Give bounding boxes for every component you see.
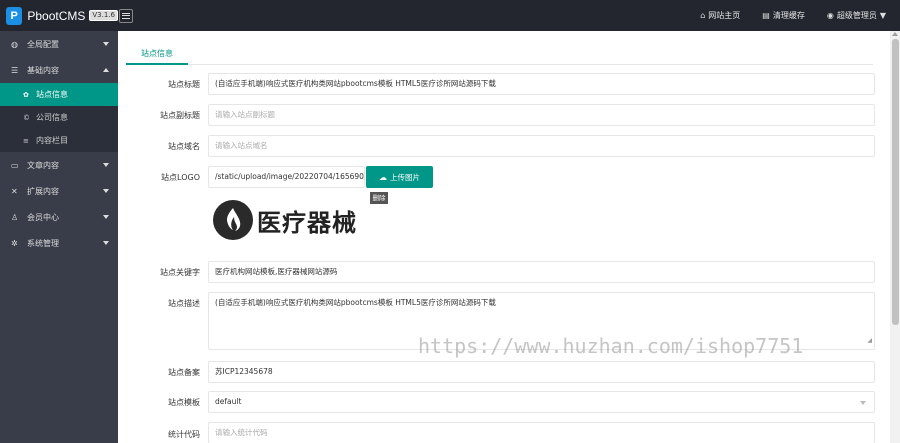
site-icp-input[interactable]: 苏ICP12345678 [208,361,875,383]
main-content: 站点信息 站点标题 (自适应手机端)响应式医疗机构类网站pbootcms模板 H… [118,31,900,443]
sidebar-item-label: 文章内容 [27,160,59,170]
stats-code-input[interactable]: 请输入统计代码 [208,422,875,443]
logo-preview-text: 医疗器械 [257,208,357,237]
site-template-select[interactable]: default [208,391,875,413]
copyright-icon: © [23,113,30,122]
upload-image-button[interactable]: ☁ 上传图片 [366,166,433,188]
clear-cache-label: 清理缓存 [772,11,805,20]
sidebar-item-label: 全局配置 [27,39,59,49]
sidebar-item-system[interactable]: ✲ 系统管理 [0,230,118,256]
sidebar-subitem-content-columns[interactable]: ≡ 内容栏目 [0,129,118,152]
site-template-value: default [215,397,242,406]
app-logo[interactable]: P PbootCMS V3.1.6 [0,0,118,31]
globe-icon: ◍ [11,39,18,49]
home-link-label: 网站主页 [708,11,741,20]
cog-icon: ✲ [11,238,18,248]
chevron-down-icon [860,401,866,405]
flame-logo-icon [213,200,253,240]
site-keywords-input[interactable]: 医疗机构网站模板,医疗器械网站源码 [208,261,875,283]
site-subtitle-input[interactable]: 请输入站点副标题 [208,104,875,126]
site-description-label: 站点描述 [168,299,200,308]
site-logo-label: 站点LOGO [161,173,200,182]
site-title-label: 站点标题 [168,80,200,89]
clear-cache-link[interactable]: ▤ 清理缓存 [762,10,805,21]
home-link[interactable]: ⌂ 网站主页 [700,10,740,21]
chevron-up-icon [103,68,109,72]
delete-image-button[interactable]: 删除 [370,192,388,204]
site-icp-label: 站点备案 [168,368,200,377]
resize-handle-icon[interactable]: ◢ [867,335,872,347]
pbootcms-logo-icon: P [6,6,23,25]
sidebar-item-global-config[interactable]: ◍ 全局配置 [0,31,118,57]
sidebar-item-label: 系统管理 [27,238,59,248]
cloud-upload-icon: ☁ [379,172,387,182]
site-template-label: 站点模板 [168,398,200,407]
gear-icon: ✿ [23,90,29,99]
admin-menu[interactable]: ◉ 超级管理员 ▼ [827,10,886,21]
top-bar: P PbootCMS V3.1.6 ⌂ 网站主页 ▤ 清理缓存 ◉ 超级管理员 … [0,0,900,31]
sidebar: ◍ 全局配置 ☰ 基础内容 ✿ 站点信息 © 公司信息 ≡ 内容栏目 ▭ 文章内… [0,31,118,443]
sidebar-subitem-label: 站点信息 [36,90,68,99]
sidebar-item-label: 会员中心 [27,212,59,222]
submenu-basic-content: ✿ 站点信息 © 公司信息 ≡ 内容栏目 [0,83,118,152]
logo-preview: 医疗器械 [213,198,378,242]
version-badge: V3.1.6 [89,10,118,21]
app-name: PbootCMS [27,8,86,23]
sidebar-subitem-site-info[interactable]: ✿ 站点信息 [0,83,118,106]
admin-menu-label: 超级管理员 [836,11,877,20]
caret-down-icon: ▼ [879,11,886,20]
scroll-up-arrow-icon[interactable] [892,32,898,36]
site-logo-input[interactable]: /static/upload/image/20220704/1656900 [208,166,365,188]
vertical-scrollbar[interactable] [890,31,900,443]
sliders-icon: ☰ [11,65,19,75]
sidebar-item-extensions[interactable]: ✕ 扩展内容 [0,178,118,204]
trash-icon: ▤ [762,11,770,20]
site-description-text: (自适应手机端)响应式医疗机构类网站pbootcms模板 HTML5医疗诊所网站… [215,298,496,307]
upload-image-label: 上传图片 [390,172,420,182]
stats-code-label: 统计代码 [168,430,200,439]
site-subtitle-label: 站点副标题 [160,111,200,120]
site-keywords-label: 站点关键字 [160,268,200,277]
list-icon: ≡ [23,136,29,145]
chevron-down-icon [103,163,109,167]
watermark-text: https://www.huzhan.com/ishop7751 [418,334,804,358]
site-title-input[interactable]: (自适应手机端)响应式医疗机构类网站pbootcms模板 HTML5医疗诊所网站… [208,73,875,95]
chevron-down-icon [103,241,109,245]
sidebar-subitem-label: 内容栏目 [36,136,68,145]
chevron-down-icon [103,42,109,46]
sidebar-subitem-label: 公司信息 [36,113,68,122]
user-icon: ◉ [826,11,834,20]
header-links: ⌂ 网站主页 ▤ 清理缓存 ◉ 超级管理员 ▼ [678,0,886,31]
chevron-down-icon [103,215,109,219]
site-domain-label: 站点域名 [168,142,200,151]
sidebar-item-label: 扩展内容 [27,186,59,196]
sidebar-item-members[interactable]: ♙ 会员中心 [0,204,118,230]
tab-bar: 站点信息 [126,45,873,65]
tab-site-info[interactable]: 站点信息 [126,45,188,65]
scrollbar-thumb[interactable] [892,39,899,325]
home-icon: ⌂ [700,11,706,20]
chevron-down-icon [103,189,109,193]
sidebar-subitem-company-info[interactable]: © 公司信息 [0,106,118,129]
menu-toggle-icon[interactable] [119,8,133,23]
sidebar-item-label: 基础内容 [27,65,59,75]
sidebar-item-articles[interactable]: ▭ 文章内容 [0,152,118,178]
file-icon: ▭ [11,160,19,170]
sidebar-item-basic-content[interactable]: ☰ 基础内容 [0,57,118,83]
member-icon: ♙ [11,212,19,222]
site-domain-input[interactable]: 请输入站点域名 [208,135,875,157]
expand-icon: ✕ [11,186,18,196]
